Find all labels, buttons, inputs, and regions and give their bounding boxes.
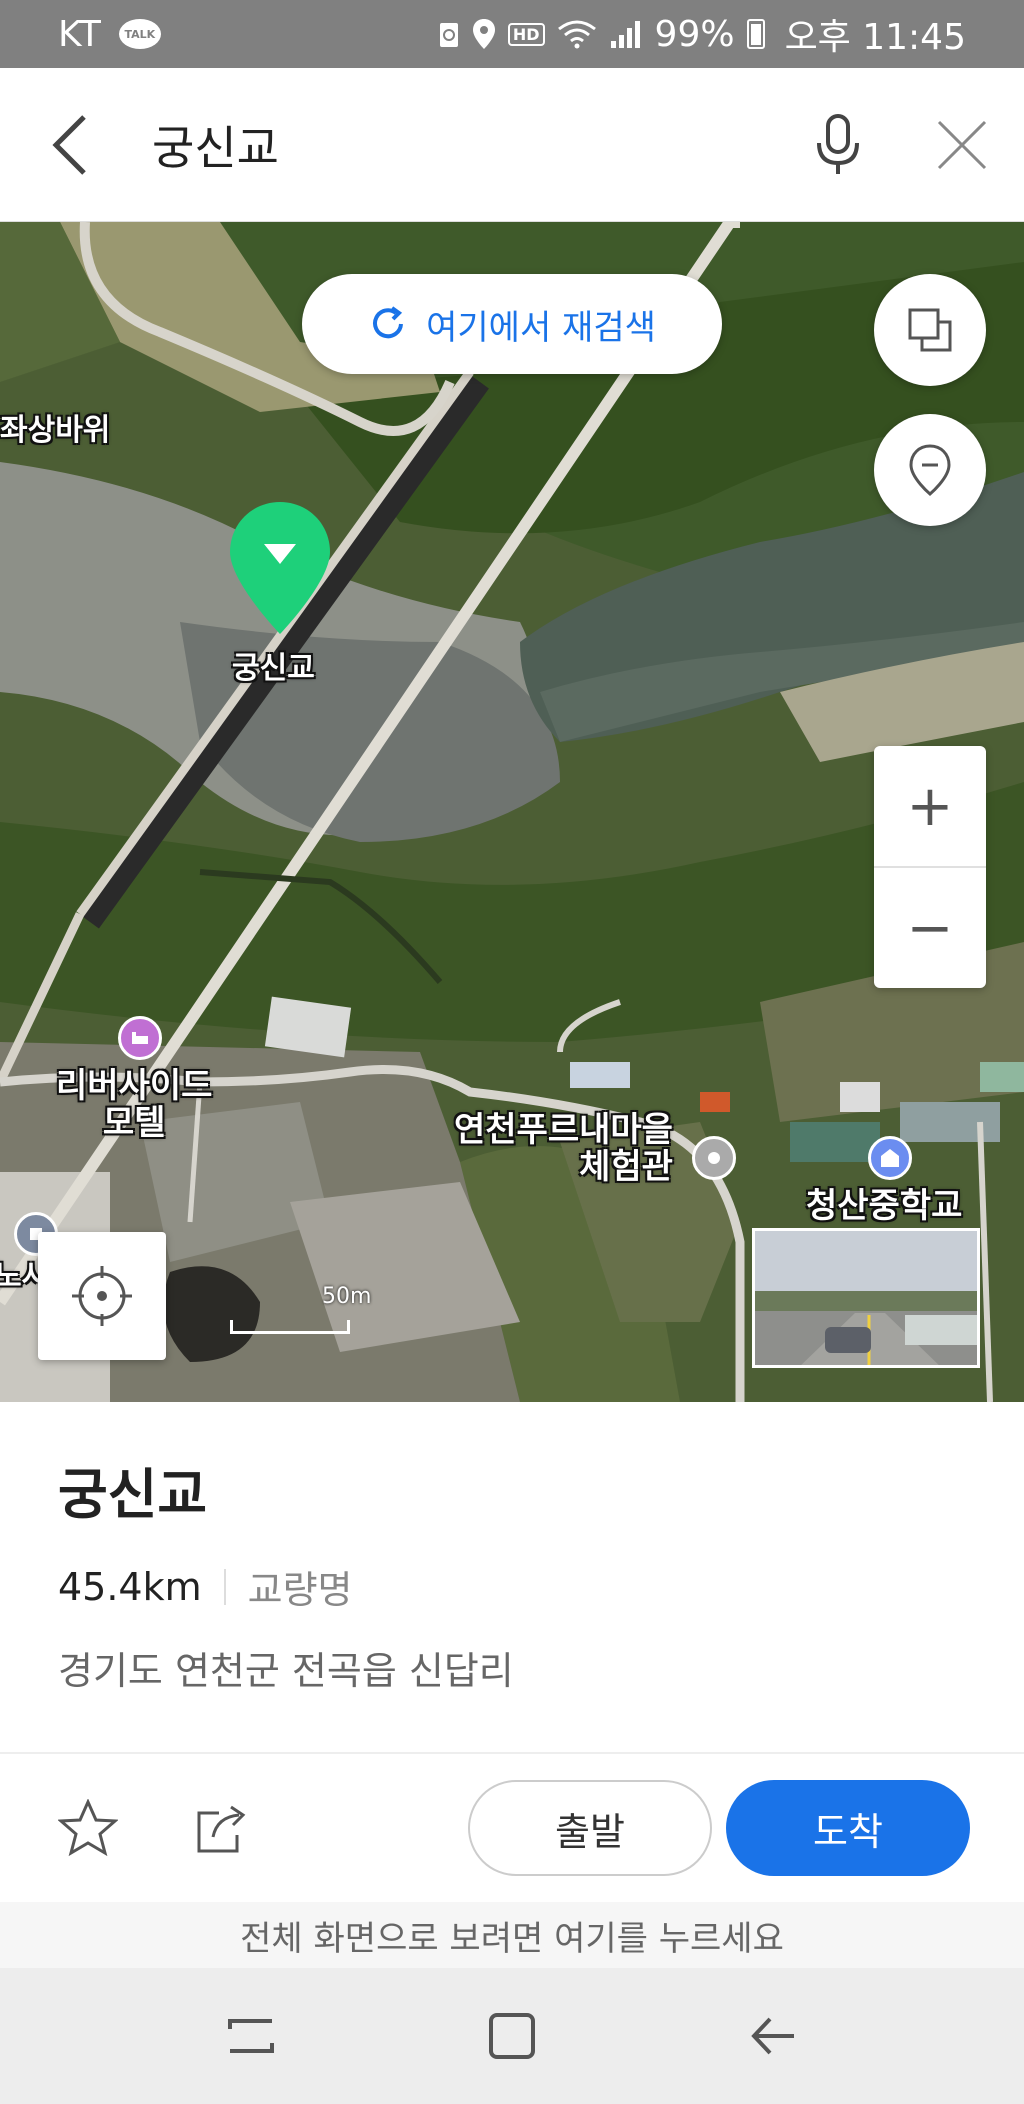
yeoncheon-line1: 연천푸르내마을 <box>454 1110 673 1150</box>
voice-search-button[interactable] <box>776 68 900 222</box>
share-button[interactable] <box>188 1794 256 1862</box>
place-address: 경기도 연천군 전곡읍 신답리 <box>58 1649 514 1693</box>
depart-button[interactable]: 출발 <box>468 1780 712 1876</box>
status-bar: KT TALK HD 99% 오후 11:45 <box>0 0 1024 68</box>
share-icon <box>197 1805 246 1853</box>
carrier-label: KT <box>58 13 101 55</box>
microphone-icon <box>817 113 859 174</box>
map-scale-label: 50m <box>322 1284 372 1309</box>
my-places-button[interactable] <box>874 414 986 526</box>
app-root: KT TALK HD 99% 오후 11:45 궁신교 여기에서 재검색 + −… <box>0 0 1024 2104</box>
layers-icon <box>908 308 952 352</box>
map-label-school: 청산중학교 <box>806 1186 963 1226</box>
recycle-notification-icon <box>438 19 460 49</box>
back-button[interactable] <box>0 68 140 222</box>
map-pin-icon <box>230 502 330 634</box>
clear-search-button[interactable] <box>900 68 1024 222</box>
system-back-button[interactable] <box>728 1991 818 2081</box>
zoom-out-button[interactable]: − <box>874 868 986 988</box>
research-here-label: 여기에서 재검색 <box>426 307 656 348</box>
yeoncheon-line2: 체험관 <box>579 1147 673 1188</box>
map-label-yeoncheon: 연천푸르내마을 체험관 <box>454 1110 673 1188</box>
signal-icon <box>609 19 643 49</box>
home-button[interactable] <box>467 1991 557 2081</box>
location-icon <box>472 18 496 50</box>
place-distance: 45.4km <box>58 1564 202 1609</box>
roadview-image <box>755 1231 977 1365</box>
kakaotalk-notification-icon: TALK <box>118 19 161 49</box>
motel-poi-icon[interactable] <box>118 1016 162 1060</box>
recent-apps-button[interactable] <box>206 1991 296 2081</box>
close-icon <box>937 120 987 169</box>
search-input[interactable]: 궁신교 <box>140 112 776 178</box>
riverside-line1: 리버사이드 <box>56 1066 213 1106</box>
home-icon <box>488 2013 535 2059</box>
map-layers-button[interactable] <box>874 274 986 386</box>
favorite-button[interactable] <box>54 1794 122 1862</box>
map-scale-bar <box>230 1320 350 1334</box>
battery-percent: 99% <box>654 13 735 55</box>
school-poi-icon[interactable] <box>868 1136 912 1180</box>
chevron-left-icon <box>52 114 86 175</box>
place-marker[interactable] <box>226 498 334 638</box>
place-category: 교량명 <box>247 1568 353 1612</box>
satellite-map[interactable]: 여기에서 재검색 + − 궁신교 좌상바위 리버사이드 모텔 연천푸르내마을 체… <box>0 222 1024 1402</box>
place-title: 궁신교 <box>58 1463 208 1526</box>
current-location-button[interactable] <box>38 1232 166 1360</box>
star-icon <box>58 1799 118 1857</box>
map-label-riverside-motel: 리버사이드 모텔 <box>56 1066 213 1144</box>
battery-icon <box>746 19 765 49</box>
map-label-jwasang: 좌상바위 <box>0 413 111 448</box>
place-meta: 45.4km 교량명 <box>58 1559 966 1614</box>
experience-center-poi-icon[interactable] <box>692 1136 736 1180</box>
riverside-line2: 모텔 <box>102 1103 166 1144</box>
fullscreen-hint[interactable]: 전체 화면으로 보려면 여기를 누르세요 <box>0 1902 1024 1968</box>
zoom-in-button[interactable]: + <box>874 746 986 866</box>
arrive-button[interactable]: 도착 <box>726 1780 970 1876</box>
hd-voice-icon: HD <box>507 22 545 46</box>
clock: 오후 11:45 <box>784 17 966 58</box>
location-pin-icon <box>909 444 951 496</box>
wifi-icon <box>557 19 597 49</box>
system-nav-bar <box>0 1968 1024 2104</box>
roadview-thumbnail[interactable] <box>752 1228 980 1368</box>
search-bar: 궁신교 <box>0 68 1024 222</box>
marker-label: 궁신교 <box>232 651 315 686</box>
back-arrow-icon <box>751 2017 795 2055</box>
zoom-controls: + − <box>874 746 986 988</box>
research-here-button[interactable]: 여기에서 재검색 <box>302 274 722 374</box>
recent-apps-icon <box>227 2019 274 2053</box>
refresh-icon <box>373 306 404 339</box>
meta-divider <box>223 1568 226 1605</box>
place-action-bar: 출발 도착 <box>0 1752 1024 1902</box>
crosshair-icon <box>72 1266 132 1326</box>
place-info-panel[interactable]: 궁신교 45.4km 교량명 경기도 연천군 전곡읍 신답리 <box>0 1402 1024 1752</box>
